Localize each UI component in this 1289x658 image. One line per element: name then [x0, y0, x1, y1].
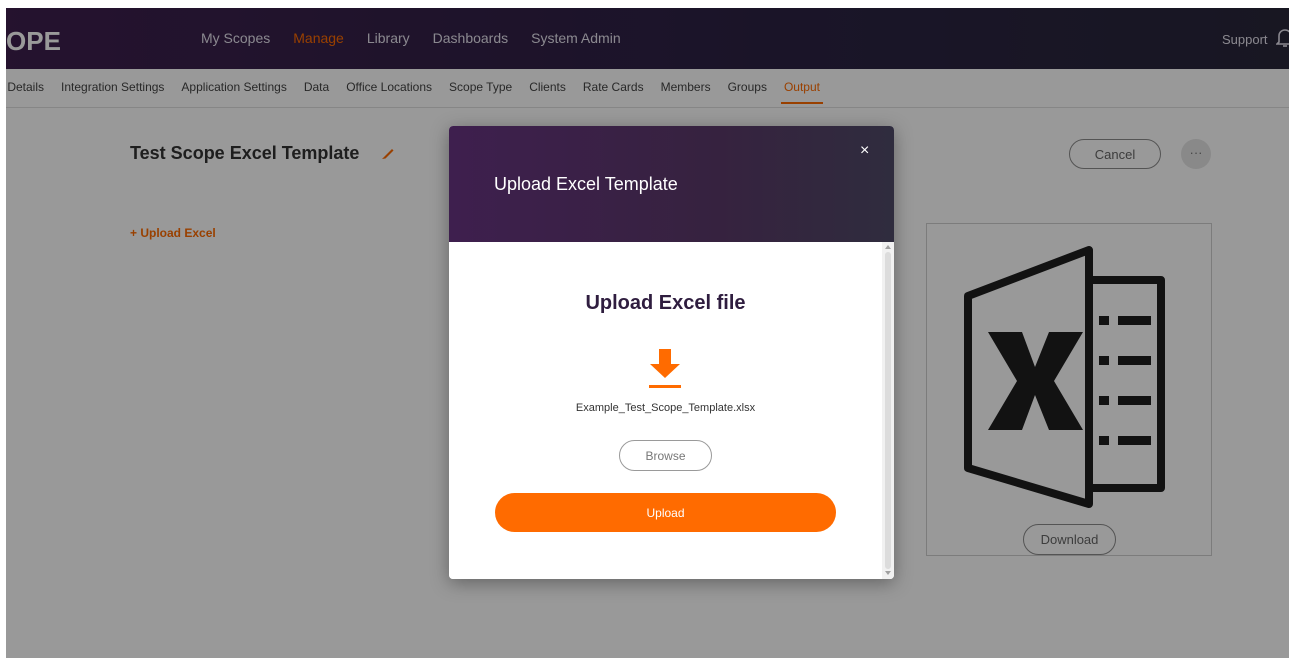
modal-header: Upload Excel Template ×: [449, 126, 894, 242]
scroll-down-arrow-icon[interactable]: [885, 571, 891, 575]
upload-excel-modal: Upload Excel Template × Upload Excel fil…: [449, 126, 894, 579]
scroll-up-arrow-icon[interactable]: [885, 245, 891, 249]
window-edge-left: [0, 0, 6, 658]
modal-body: Upload Excel file Example_Test_Scope_Tem…: [449, 242, 894, 579]
window-edge-top: [0, 0, 1289, 8]
modal-title: Upload Excel Template: [494, 174, 678, 194]
app-root: OPE My Scopes Manage Library Dashboards …: [0, 0, 1289, 658]
browse-button[interactable]: Browse: [619, 440, 712, 471]
download-arrow-icon: [649, 349, 681, 388]
upload-button[interactable]: Upload: [495, 493, 836, 532]
selected-filename: Example_Test_Scope_Template.xlsx: [575, 402, 756, 414]
modal-scrollbar[interactable]: [882, 242, 894, 579]
scroll-thumb[interactable]: [885, 252, 891, 569]
close-icon[interactable]: ×: [860, 142, 869, 160]
upload-heading: Upload Excel file: [585, 292, 746, 314]
